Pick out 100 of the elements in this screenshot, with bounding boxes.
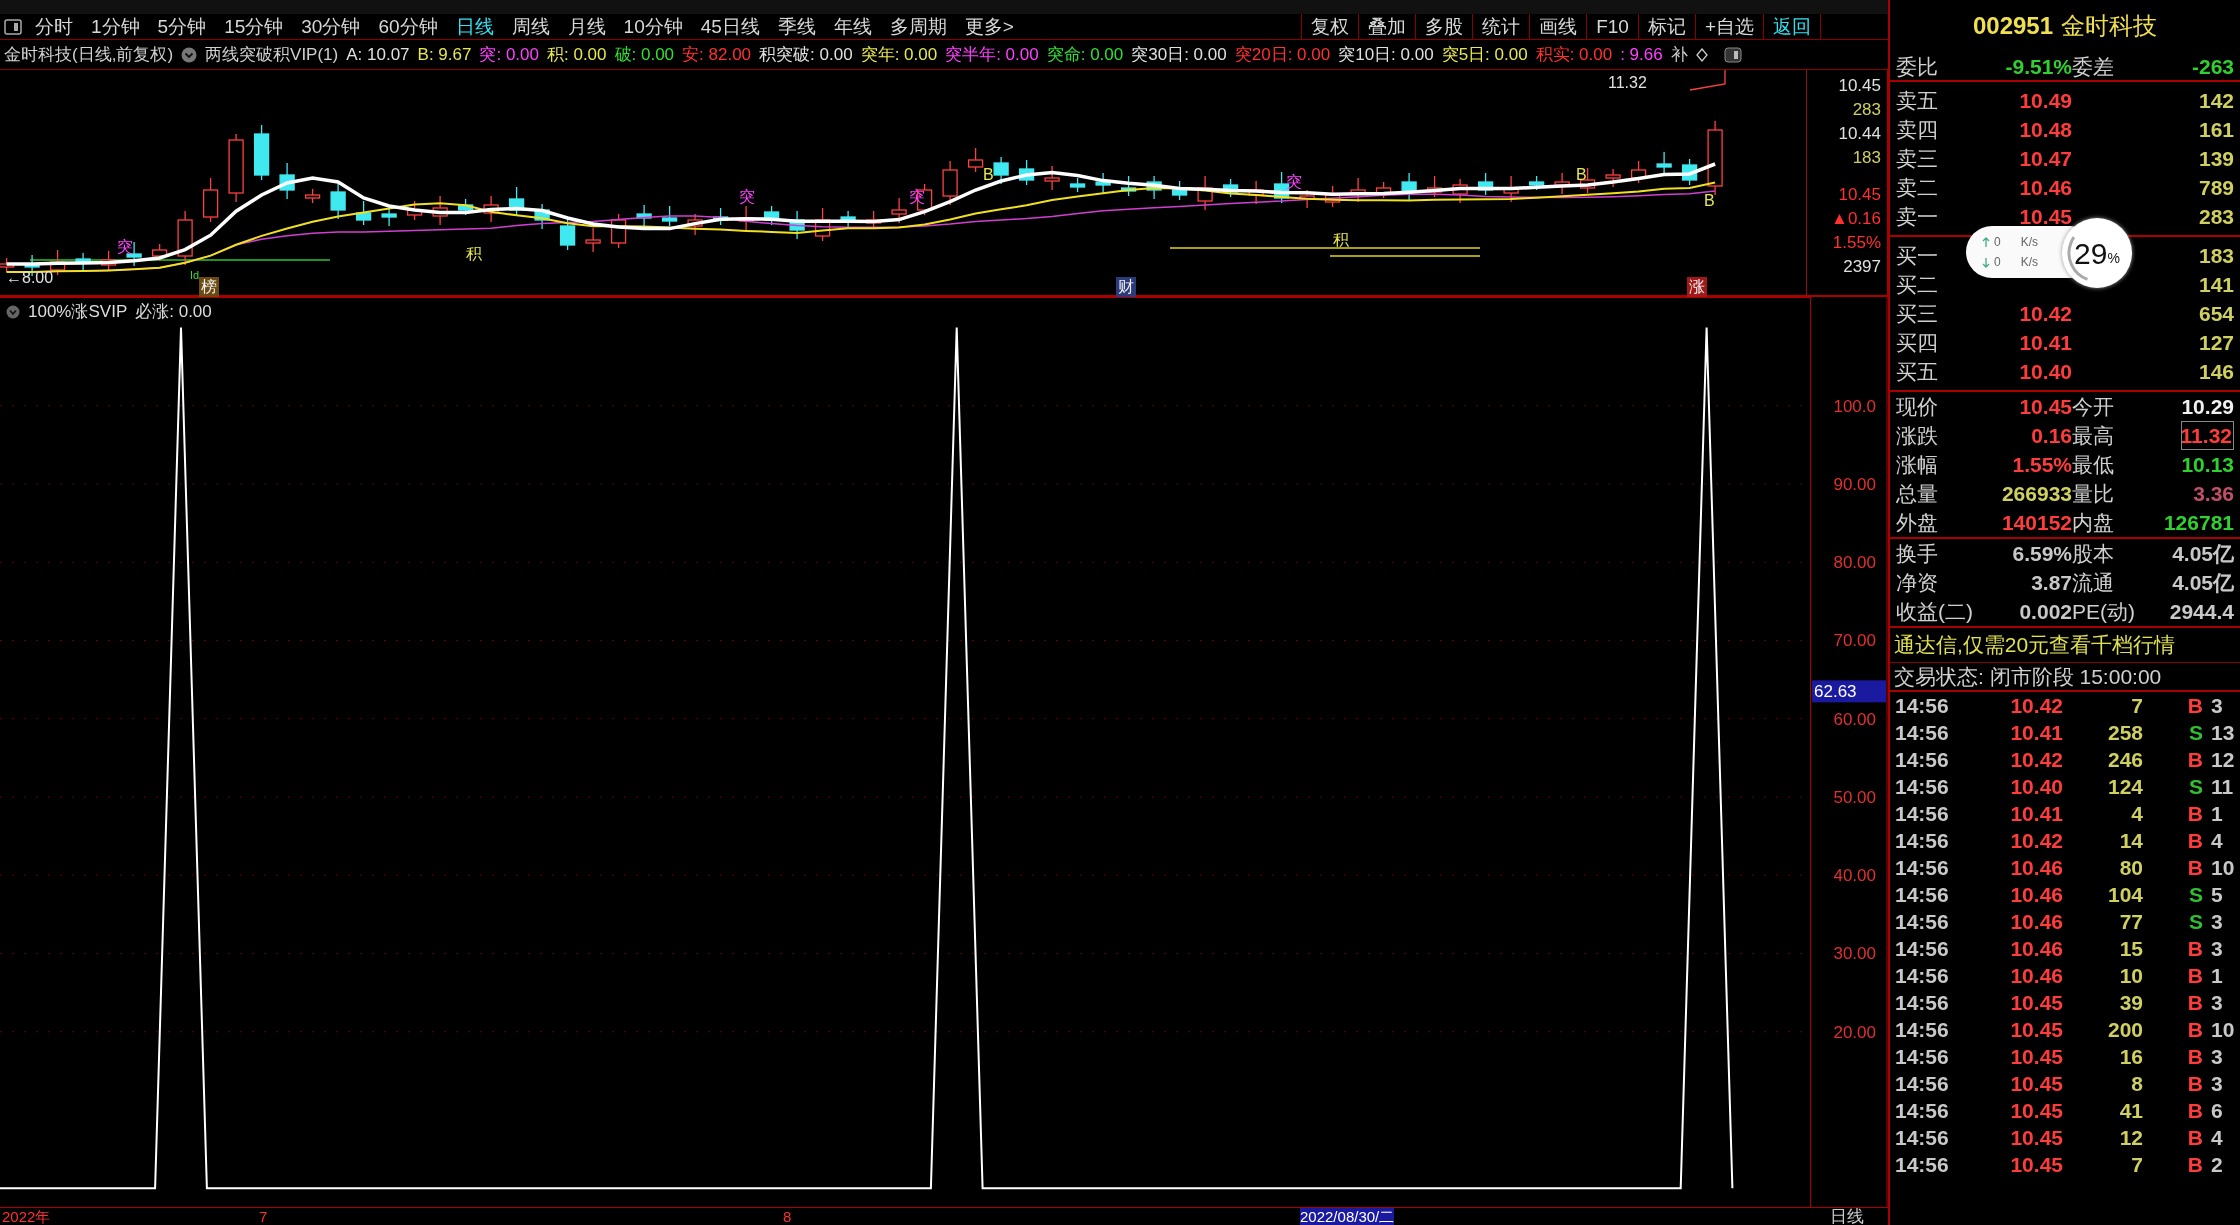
toolbar-button[interactable]: F10 <box>1586 14 1638 39</box>
period-tab[interactable]: 30分钟 <box>292 14 370 39</box>
tick-side: S <box>2188 909 2203 935</box>
quote-value: 3.87 <box>2031 570 2072 596</box>
quote-label: 换手 <box>1896 541 1939 567</box>
speed-unit: K/s <box>2020 234 2039 251</box>
axis-label: 1.55% <box>1831 232 1881 254</box>
tick-volume: 200 <box>2106 1017 2143 1043</box>
tick-price: 10.46 <box>2009 882 2063 908</box>
order-volume: 146 <box>2198 359 2234 385</box>
indicator-value: 积突破: 0.00 <box>759 43 853 66</box>
tick-price: 10.42 <box>2009 693 2063 719</box>
period-tab[interactable]: 15分钟 <box>215 14 293 39</box>
tick-count: 6 <box>2210 1098 2224 1124</box>
quote-value: 2944.4 <box>2169 599 2234 625</box>
toolbar-button[interactable]: +自选 <box>1694 14 1763 39</box>
order-label: 买五 <box>1896 359 1939 385</box>
toolbar-button[interactable]: 统计 <box>1472 14 1530 39</box>
tick-side: B <box>2186 693 2203 719</box>
chart-label: 突 <box>1286 172 1302 190</box>
toolbar-button[interactable]: 多股 <box>1415 14 1473 39</box>
period-tab[interactable]: 1分钟 <box>82 14 149 39</box>
tick-price: 10.45 <box>2009 990 2063 1016</box>
chart-label: ←8.00 <box>6 268 54 286</box>
promo-text: 通达信,仅需20元查看千档行情 <box>1893 632 2177 658</box>
order-price: 10.41 <box>2019 330 2072 356</box>
order-volume: 139 <box>2198 146 2234 172</box>
period-tab[interactable]: 月线 <box>558 14 615 39</box>
quote-value: 10.29 <box>2181 394 2234 420</box>
indicator-value: 突30日: 0.00 <box>1131 43 1227 66</box>
date-label: 2022/08/30/二 <box>1300 1208 1395 1225</box>
toolbar-button[interactable]: 画线 <box>1529 14 1587 39</box>
tick-volume: 39 <box>2118 990 2143 1016</box>
axis-label: 2397 <box>1842 256 1881 278</box>
period-tab[interactable]: 多周期 <box>880 14 956 39</box>
order-label: 卖五 <box>1896 88 1939 114</box>
chart-label: B <box>1576 165 1587 183</box>
quote-value: 11.32 <box>2180 421 2234 450</box>
tick-time: 14:56 <box>1895 720 1950 746</box>
order-price: 10.40 <box>2019 359 2072 385</box>
tick-volume: 104 <box>2106 882 2143 908</box>
period-tab[interactable]: 60分钟 <box>369 14 447 39</box>
period-tab[interactable]: 更多> <box>955 14 1023 39</box>
usage-percent: 29 <box>2074 235 2108 272</box>
tick-time: 14:56 <box>1895 693 1950 719</box>
order-volume: 141 <box>2198 272 2234 298</box>
tick-price: 10.45 <box>2009 1152 2063 1178</box>
order-label: 卖一 <box>1896 204 1939 230</box>
tick-count: 3 <box>2210 693 2224 719</box>
cursor-value-label: 62.63 <box>1812 680 1886 703</box>
panel-toggle-icon[interactable] <box>1723 46 1742 63</box>
tick-price: 10.41 <box>2009 801 2063 827</box>
period-tab[interactable]: 日线 <box>446 14 503 39</box>
quote-label: 最高 <box>2072 423 2115 449</box>
indicator-value: 突年: 0.00 <box>860 43 938 66</box>
period-tab[interactable]: 45日线 <box>691 14 769 39</box>
tick-time: 14:56 <box>1895 909 1950 935</box>
toolbar-button[interactable]: 返回 <box>1763 14 1820 39</box>
quote-value: -9.51% <box>2005 54 2072 80</box>
tick-count: 10 <box>2210 855 2236 881</box>
indicator-value: 突: 0.00 <box>479 43 539 66</box>
order-label: 买四 <box>1896 330 1939 356</box>
panel-toggle-icon[interactable] <box>4 18 22 35</box>
tick-volume: 10 <box>2118 963 2143 989</box>
tick-price: 10.45 <box>2009 1098 2063 1124</box>
period-tab[interactable]: 5分钟 <box>148 14 216 39</box>
order-volume: 283 <box>2198 204 2234 230</box>
tick-volume: 8 <box>2130 1071 2143 1097</box>
order-price: 10.46 <box>2019 175 2072 201</box>
quote-label: PE(动) <box>2072 599 2136 625</box>
period-tab[interactable]: 10分钟 <box>614 14 692 39</box>
tick-volume: 15 <box>2118 936 2143 962</box>
indicator-value: 积实: 0.00 <box>1535 43 1613 66</box>
toolbar-button[interactable]: 叠加 <box>1358 14 1416 39</box>
period-tab[interactable]: 季线 <box>768 14 825 39</box>
period-tab[interactable]: 年线 <box>824 14 881 39</box>
tick-side: B <box>2186 801 2203 827</box>
quote-label: 现价 <box>1896 394 1939 420</box>
quote-value: 140152 <box>2001 510 2072 536</box>
chart-label: 11.32 <box>1608 73 1647 91</box>
axis-tick-label: 60.00 <box>1833 709 1876 729</box>
tick-count: 1 <box>2210 963 2224 989</box>
toolbar-button[interactable]: 复权 <box>1301 14 1359 39</box>
quote-value: 10.45 <box>2019 394 2072 420</box>
quote-label: 今开 <box>2072 394 2115 420</box>
axis-tick-label: 20.00 <box>1833 1022 1876 1042</box>
tick-side: B <box>2186 1125 2203 1151</box>
order-volume: 127 <box>2198 330 2234 356</box>
quote-label: 收益(二) <box>1896 599 1974 625</box>
tick-time: 14:56 <box>1895 936 1950 962</box>
tick-volume: 77 <box>2118 909 2143 935</box>
axis-tick-label: 90.00 <box>1833 475 1876 494</box>
period-tab[interactable]: 周线 <box>502 14 559 39</box>
order-label: 买一 <box>1896 243 1939 269</box>
axis-tick-label: 40.00 <box>1833 866 1876 886</box>
indicator-value: 突命: 0.00 <box>1046 43 1124 66</box>
dropdown-icon[interactable] <box>181 46 198 63</box>
toolbar-button[interactable]: 标记 <box>1637 14 1695 39</box>
period-tab[interactable]: 分时 <box>26 14 82 39</box>
order-label: 买三 <box>1896 301 1939 327</box>
